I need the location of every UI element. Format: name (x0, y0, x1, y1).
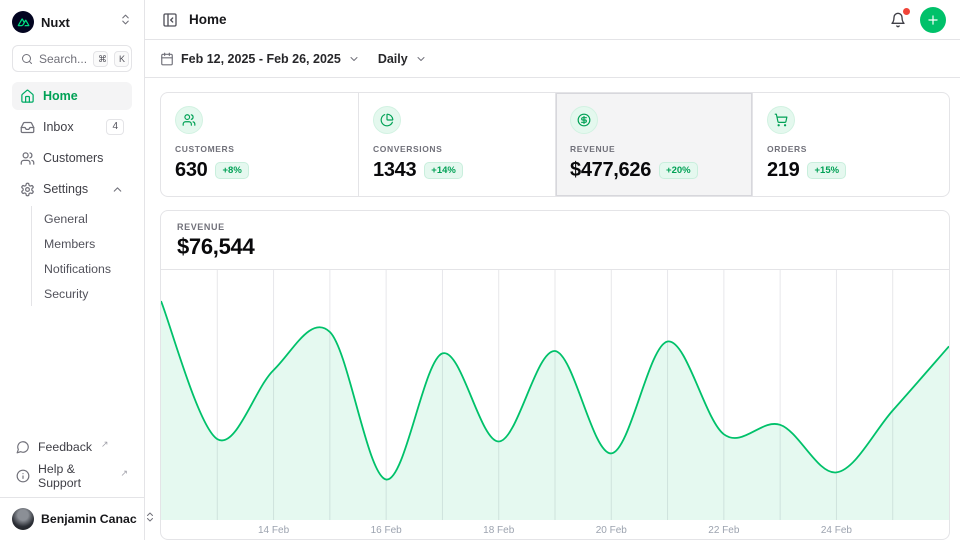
chart-label: Revenue (177, 222, 933, 232)
footer-link-label: Help & Support (38, 462, 111, 490)
svg-text:14 Feb: 14 Feb (258, 525, 290, 536)
stat-label: Customers (175, 144, 344, 154)
sidebar-subitem-notifications[interactable]: Notifications (44, 256, 132, 281)
stat-value: 1343 (373, 159, 416, 182)
sidebar-item-label: Home (43, 89, 78, 103)
gear-icon (20, 182, 35, 197)
stat-cell-conversions[interactable]: Conversions 1343 +14% (358, 93, 555, 196)
search-placeholder: Search... (39, 52, 87, 66)
stats-row: Customers 630 +8% Conversions 1343 +14% (160, 92, 950, 197)
info-icon (16, 469, 30, 483)
workspace-name: Nuxt (41, 15, 70, 30)
chart-pie-icon (373, 106, 401, 134)
chart-header: Revenue $76,544 (161, 211, 949, 270)
date-range-picker[interactable]: Feb 12, 2025 - Feb 26, 2025 (160, 52, 360, 66)
sidebar-subitem-members[interactable]: Members (44, 231, 132, 256)
user-menu[interactable]: Benjamin Canac (0, 497, 144, 540)
chevrons-up-down-icon (119, 13, 132, 31)
add-button[interactable] (920, 7, 946, 33)
users-icon (20, 151, 35, 166)
kbd-cmd: ⌘ (93, 51, 108, 67)
calendar-icon (160, 52, 174, 66)
nuxt-logo-icon (12, 11, 34, 33)
external-link-icon: ↗ (101, 439, 109, 450)
help-support-link[interactable]: Help & Support ↗ (12, 463, 132, 489)
sidebar-item-label: Customers (43, 151, 103, 165)
home-icon (20, 89, 35, 104)
external-link-icon: ↗ (120, 468, 128, 479)
chevron-up-icon (111, 183, 124, 196)
trend-badge: +15% (807, 162, 846, 179)
sidebar-item-home[interactable]: Home (12, 82, 132, 110)
users-icon (175, 106, 203, 134)
sidebar-item-label: Inbox (43, 120, 74, 134)
notification-dot (903, 8, 910, 15)
page-title: Home (189, 12, 227, 27)
settings-submenu: General Members Notifications Security (31, 206, 132, 306)
trend-badge: +8% (215, 162, 248, 179)
workspace-switcher[interactable]: Nuxt (0, 0, 144, 41)
inbox-count-badge: 4 (106, 119, 124, 135)
sidebar-subitem-security[interactable]: Security (44, 281, 132, 306)
stat-label: Revenue (570, 144, 738, 154)
topbar-actions (888, 7, 946, 33)
chart-value: $76,544 (177, 234, 933, 260)
user-name: Benjamin Canac (41, 512, 137, 526)
app-root: Nuxt Search... ⌘ K Home (0, 0, 960, 540)
chat-bubble-icon (16, 440, 30, 454)
circle-dollar-icon (570, 106, 598, 134)
sidebar-subitem-general[interactable]: General (44, 206, 132, 231)
sidebar-nav: Home Inbox 4 Customers Settings (0, 80, 144, 308)
stat-cell-revenue[interactable]: Revenue $477,626 +20% (555, 93, 752, 196)
svg-text:22 Feb: 22 Feb (708, 525, 740, 536)
revenue-chart-card: Revenue $76,544 14 Feb 16 Feb 18 Feb 20 Feb… (160, 210, 950, 540)
svg-text:16 Feb: 16 Feb (371, 525, 403, 536)
stat-cell-customers[interactable]: Customers 630 +8% (161, 93, 358, 196)
inbox-icon (20, 120, 35, 135)
dashboard-content: Customers 630 +8% Conversions 1343 +14% (145, 78, 960, 540)
kbd-k: K (114, 51, 129, 67)
sidebar-item-customers[interactable]: Customers (12, 144, 132, 172)
search-input[interactable]: Search... ⌘ K (12, 45, 132, 72)
svg-text:24 Feb: 24 Feb (821, 525, 853, 536)
svg-text:20 Feb: 20 Feb (596, 525, 628, 536)
sidebar-item-label: Settings (43, 182, 88, 196)
cart-icon (767, 106, 795, 134)
main-panel: Home Feb 12, 2025 - Feb 26, 2025 (145, 0, 960, 540)
stat-label: Conversions (373, 144, 541, 154)
topbar: Home (145, 0, 960, 40)
sidebar: Nuxt Search... ⌘ K Home (0, 0, 145, 540)
stat-label: Orders (767, 144, 935, 154)
filter-toolbar: Feb 12, 2025 - Feb 26, 2025 Daily (145, 40, 960, 78)
trend-badge: +14% (424, 162, 463, 179)
stat-cell-orders[interactable]: Orders 219 +15% (752, 93, 949, 196)
search-icon (21, 53, 33, 65)
stat-value: 630 (175, 159, 207, 182)
area-chart: 14 Feb 16 Feb 18 Feb 20 Feb 22 Feb 24 Feb (161, 270, 949, 539)
sidebar-footer: Feedback ↗ Help & Support ↗ (0, 428, 144, 497)
sidebar-item-settings[interactable]: Settings (12, 175, 132, 203)
sidebar-item-inbox[interactable]: Inbox 4 (12, 113, 132, 141)
period-label: Daily (378, 52, 408, 66)
svg-text:18 Feb: 18 Feb (483, 525, 515, 536)
stat-value: 219 (767, 159, 799, 182)
chart-plot[interactable]: 14 Feb 16 Feb 18 Feb 20 Feb 22 Feb 24 Feb (161, 270, 949, 539)
chevron-down-icon (348, 53, 360, 65)
collapse-sidebar-button[interactable] (160, 10, 180, 30)
period-select[interactable]: Daily (378, 52, 427, 66)
stat-value: $477,626 (570, 159, 651, 182)
chevron-down-icon (415, 53, 427, 65)
avatar (12, 508, 34, 530)
date-range-label: Feb 12, 2025 - Feb 26, 2025 (181, 52, 341, 66)
feedback-link[interactable]: Feedback ↗ (12, 434, 132, 460)
notifications-button[interactable] (888, 10, 908, 30)
plus-icon (926, 13, 940, 27)
footer-link-label: Feedback (38, 440, 92, 454)
trend-badge: +20% (659, 162, 698, 179)
